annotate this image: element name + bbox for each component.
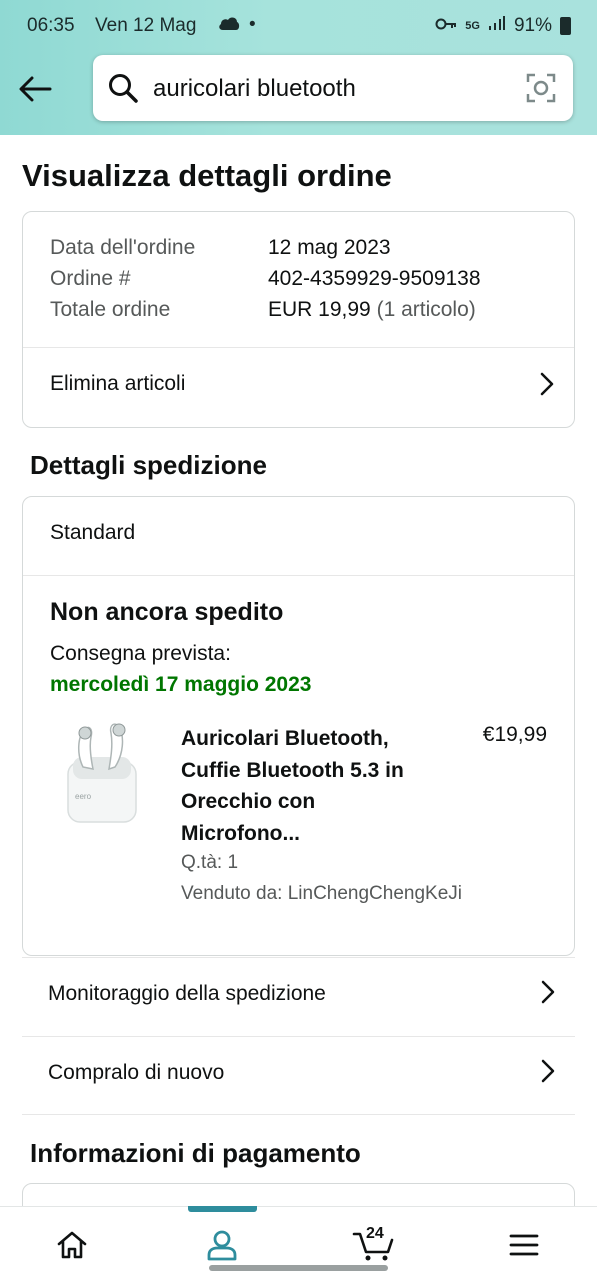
product-title-link[interactable]: Auricolari Bluetooth, Cuffie Bluetooth 5…: [181, 723, 431, 849]
cloud-icon: [218, 15, 240, 37]
cart-count-badge: 24: [366, 1225, 384, 1242]
camera-scan-icon[interactable]: [525, 72, 557, 109]
divider: [22, 1114, 575, 1115]
key-icon: [435, 15, 457, 37]
divider: [23, 575, 574, 576]
track-shipment-row[interactable]: Monitoraggio della spedizione: [22, 957, 575, 1036]
shipment-status: Non ancora spedito: [50, 598, 284, 626]
status-indicators: 5G 91%: [435, 15, 571, 37]
chevron-right-icon: [540, 372, 554, 401]
buy-again-row[interactable]: Compralo di nuovo: [22, 1036, 575, 1115]
chevron-right-icon: [541, 980, 555, 1009]
payment-section-title: Informazioni di pagamento: [30, 1138, 361, 1168]
battery-percent: 91%: [513, 15, 552, 36]
active-tab-indicator: [188, 1206, 257, 1212]
order-date-value: 12 mag 2023: [268, 236, 391, 259]
svg-text:eero: eero: [75, 792, 92, 801]
shipping-method: Standard: [50, 521, 136, 544]
battery-icon: [560, 17, 571, 35]
network-type: 5G: [465, 20, 480, 32]
home-icon: [57, 1231, 87, 1259]
delete-items-row[interactable]: Elimina articoli: [23, 348, 574, 428]
nav-home-button[interactable]: [52, 1225, 92, 1265]
nav-account-button[interactable]: [202, 1225, 242, 1265]
search-input[interactable]: auricolari bluetooth: [153, 75, 356, 103]
search-bar[interactable]: auricolari bluetooth: [93, 55, 573, 121]
order-total-amount: EUR 19,99: [268, 298, 371, 321]
status-time: 06:35: [27, 15, 75, 36]
shipping-card: Standard Non ancora spedito Consegna pre…: [22, 496, 575, 956]
delivery-eta-date: mercoledì 17 maggio 2023: [50, 673, 312, 696]
order-total-label: Totale ordine: [50, 298, 171, 321]
status-date: Ven 12 Mag: [95, 15, 197, 36]
signal-icon: [488, 15, 506, 37]
user-icon: [207, 1230, 237, 1261]
product-seller: Venduto da: LinChengChengKeJi: [181, 883, 463, 904]
status-bar: 06:35 Ven 12 Mag • 5G 91%: [0, 0, 597, 52]
page-title: Visualizza dettagli ordine: [22, 158, 392, 193]
order-number-label: Ordine #: [50, 267, 131, 290]
back-button[interactable]: [14, 68, 56, 110]
product-quantity: Q.tà: 1: [181, 852, 239, 873]
track-shipment-label: Monitoraggio della spedizione: [48, 982, 326, 1005]
order-date-label: Data dell'ordine: [50, 236, 196, 259]
app-header: 06:35 Ven 12 Mag • 5G 91% auricolari blu…: [0, 0, 597, 135]
delivery-eta-label: Consegna prevista:: [50, 642, 231, 665]
nav-menu-button[interactable]: [504, 1225, 544, 1265]
product-image[interactable]: eero: [63, 717, 143, 827]
order-total-items: (1 articolo): [376, 298, 476, 321]
buy-again-label: Compralo di nuovo: [48, 1061, 225, 1084]
delete-items-label: Elimina articoli: [50, 372, 186, 395]
order-number-value: 402-4359929-9509138: [268, 267, 481, 290]
chevron-right-icon: [541, 1059, 555, 1088]
notification-dot-icon: •: [249, 14, 256, 35]
order-total-value: EUR 19,99 (1 articolo): [268, 298, 476, 322]
order-summary-card: Data dell'ordine 12 mag 2023 Ordine # 40…: [22, 211, 575, 428]
system-home-bar[interactable]: [209, 1265, 388, 1271]
search-icon: [107, 72, 139, 109]
hamburger-menu-icon: [509, 1234, 539, 1256]
product-price: €19,99: [482, 723, 547, 746]
shipping-section-title: Dettagli spedizione: [30, 450, 267, 480]
arrow-left-icon: [19, 76, 52, 102]
